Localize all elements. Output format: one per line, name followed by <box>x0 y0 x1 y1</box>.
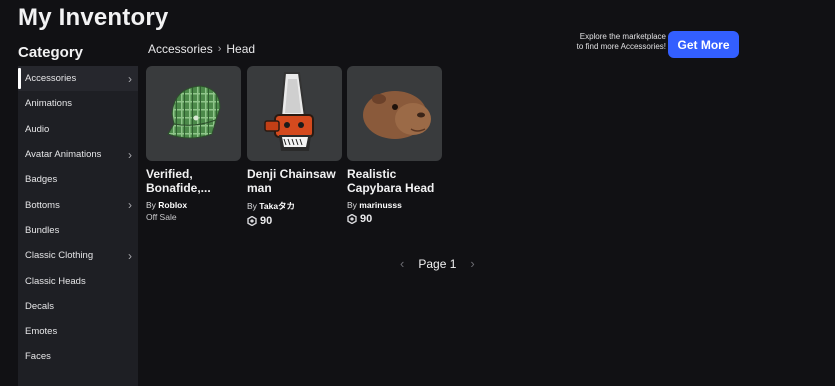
item-price: 90 <box>247 215 342 227</box>
sidebar-item-label: Emotes <box>25 326 58 338</box>
sidebar-item-classic-heads[interactable]: Classic Heads <box>18 268 138 293</box>
sidebar-item-accessories[interactable]: Accessories › <box>18 66 138 92</box>
sidebar-item-bundles[interactable]: Bundles <box>18 218 138 243</box>
page-indicator: Page 1 <box>418 256 457 271</box>
creator-prefix: By <box>146 200 156 210</box>
item-name[interactable]: Realistic Capybara Head <box>347 167 442 195</box>
sidebar-item-badges[interactable]: Badges <box>18 167 138 192</box>
category-heading: Category <box>18 44 84 61</box>
item-creator: By Roblox <box>146 200 241 210</box>
sidebar-item-audio[interactable]: Audio <box>18 117 138 142</box>
breadcrumb-separator-icon: › <box>217 43 222 55</box>
creator-name[interactable]: Takaタカ <box>259 201 295 211</box>
creator-prefix: By <box>347 200 357 210</box>
item-name-line: Denji Chainsaw <box>247 167 336 181</box>
sidebar-item-label: Audio <box>25 123 50 135</box>
capybara-head-icon <box>362 90 431 139</box>
sidebar-item-label: Decals <box>25 300 55 312</box>
chevron-right-icon: › <box>128 71 132 86</box>
sidebar-item-label: Bundles <box>25 224 60 236</box>
item-name[interactable]: Denji Chainsaw man <box>247 167 342 195</box>
sidebar-item-emotes[interactable]: Emotes <box>18 319 138 344</box>
sidebar-item-label: Bottoms <box>25 199 60 211</box>
sidebar-item-bottoms[interactable]: Bottoms › <box>18 192 138 217</box>
previous-page-button[interactable]: ‹ <box>400 256 404 271</box>
breadcrumb-parent-link[interactable]: Accessories <box>148 42 213 56</box>
next-page-button[interactable]: › <box>470 256 474 271</box>
item-thumbnail[interactable] <box>247 66 342 161</box>
robux-icon <box>247 216 257 226</box>
chevron-right-icon: › <box>128 248 132 263</box>
sidebar-item-label: Avatar Animations <box>25 149 102 161</box>
item-status: Off Sale <box>146 212 177 222</box>
item-name-line: Bonafide,... <box>146 181 211 195</box>
chevron-right-icon: › <box>128 147 132 162</box>
item-creator: By Takaタカ <box>247 200 342 212</box>
category-sidebar: Accessories › Animations Audio Avatar An… <box>18 66 138 386</box>
item-name-line: Capybara Head <box>347 181 435 195</box>
pagination: ‹ Page 1 › <box>400 256 475 271</box>
sidebar-item-label: Classic Clothing <box>25 250 94 262</box>
sidebar-item-animations[interactable]: Animations <box>18 91 138 116</box>
sidebar-item-decals[interactable]: Decals <box>18 294 138 319</box>
item-thumbnail[interactable] <box>347 66 442 161</box>
chevron-right-icon: › <box>128 198 132 213</box>
price-value: 90 <box>260 215 273 227</box>
item-name[interactable]: Verified, Bonafide,... <box>146 167 241 195</box>
item-card[interactable]: Realistic Capybara Head By marinusss 90 <box>347 66 442 225</box>
price-value: 90 <box>360 213 373 225</box>
promo-line: to find more Accessories! <box>576 42 666 51</box>
get-more-button[interactable]: Get More <box>668 31 739 58</box>
sidebar-item-label: Accessories <box>25 73 77 85</box>
sidebar-item-label: Faces <box>25 351 51 363</box>
chainsaw-head-icon <box>263 71 314 151</box>
item-card[interactable]: Verified, Bonafide,... By Roblox Off Sal… <box>146 66 241 222</box>
robux-icon <box>347 214 357 224</box>
breadcrumb: Accessories › Head <box>148 42 255 56</box>
item-name-line: Verified, <box>146 167 193 181</box>
sidebar-item-label: Classic Heads <box>25 275 86 287</box>
item-card[interactable]: Denji Chainsaw man By Takaタカ 90 <box>247 66 342 227</box>
item-price: 90 <box>347 213 442 225</box>
item-name-line: Realistic <box>347 167 397 181</box>
creator-name[interactable]: marinusss <box>359 200 402 210</box>
sidebar-item-classic-clothing[interactable]: Classic Clothing › <box>18 243 138 268</box>
green-plaid-cap-icon <box>166 84 221 138</box>
promo-line: Explore the marketplace <box>579 32 666 41</box>
item-thumbnail[interactable] <box>146 66 241 161</box>
item-name-line: man <box>247 181 272 195</box>
creator-name[interactable]: Roblox <box>158 200 187 210</box>
sidebar-item-faces[interactable]: Faces <box>18 344 138 369</box>
sidebar-item-label: Badges <box>25 174 58 186</box>
sidebar-item-avatar-animations[interactable]: Avatar Animations › <box>18 142 138 167</box>
breadcrumb-current: Head <box>226 42 256 56</box>
promo-text: Explore the marketplace to find more Acc… <box>556 32 666 52</box>
page-title: My Inventory <box>18 4 169 31</box>
item-creator: By marinusss <box>347 200 442 210</box>
creator-prefix: By <box>247 201 257 211</box>
sidebar-item-label: Animations <box>25 98 72 110</box>
